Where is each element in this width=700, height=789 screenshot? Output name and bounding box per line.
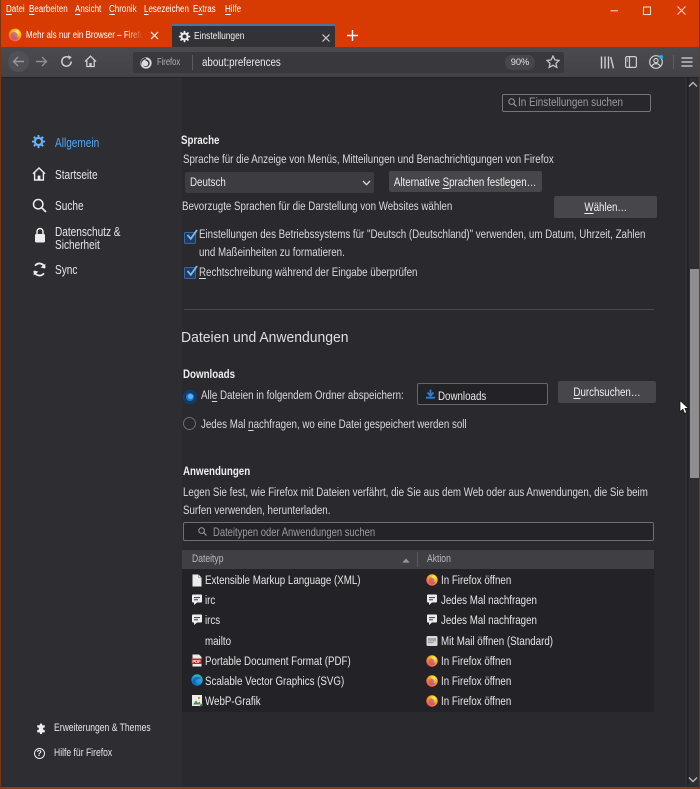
svg-text:PDF: PDF	[192, 659, 201, 664]
